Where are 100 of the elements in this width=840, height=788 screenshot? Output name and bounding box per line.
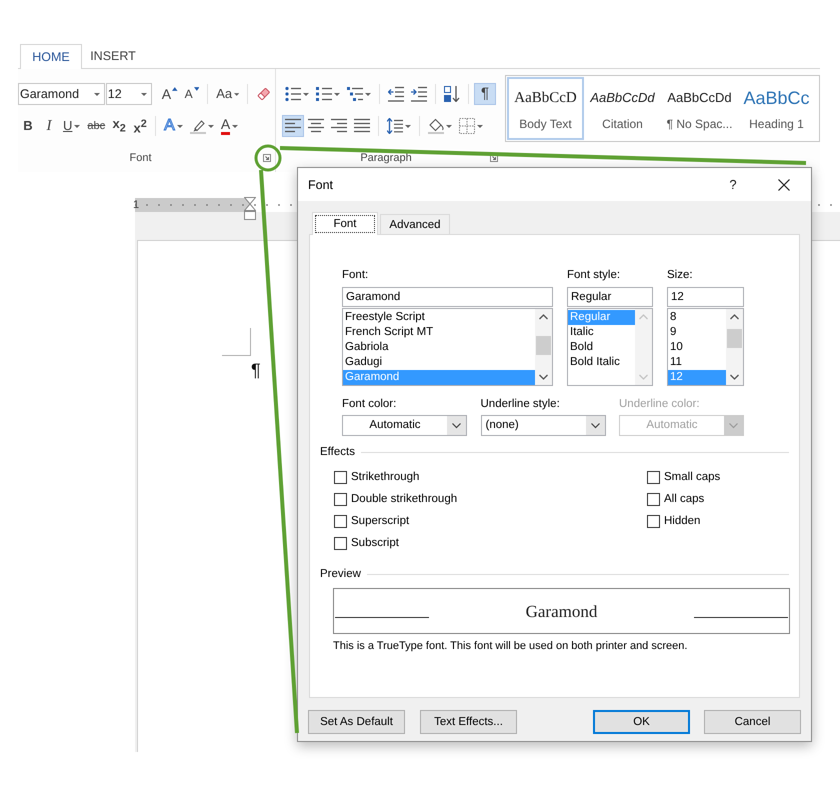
scrollbar[interactable] xyxy=(726,309,743,385)
callout-circle xyxy=(254,144,282,172)
list-item[interactable]: Bold Italic xyxy=(568,355,635,370)
caret-up-icon xyxy=(172,87,178,91)
style-gallery-item[interactable]: AaBbCc Heading 1 xyxy=(738,77,815,140)
list-item[interactable]: 9 xyxy=(668,325,726,340)
caret-down-icon xyxy=(194,87,200,91)
change-case-button[interactable]: Aa xyxy=(213,83,242,105)
grow-font-button[interactable]: A xyxy=(158,83,181,105)
font-size-field[interactable]: 12 xyxy=(667,287,744,307)
checkbox-label[interactable]: Subscript xyxy=(351,537,399,549)
checkbox[interactable] xyxy=(334,492,347,506)
dialog-tab[interactable]: Advanced xyxy=(380,214,450,234)
italic-button[interactable]: I xyxy=(39,115,59,137)
caret-icon xyxy=(232,124,238,128)
dialog-launcher-icon[interactable] xyxy=(263,154,271,162)
font-name-combo[interactable]: Garamond xyxy=(18,83,105,105)
decrease-indent-icon xyxy=(388,86,404,102)
caret-icon xyxy=(405,124,411,128)
list-item[interactable]: 10 xyxy=(668,340,726,355)
checkbox-label[interactable]: Double strikethrough xyxy=(351,493,458,505)
checkbox-label[interactable]: Small caps xyxy=(664,471,720,483)
list-item[interactable]: Gabriola xyxy=(343,340,535,355)
style-gallery-item[interactable]: AaBbCcD Body Text xyxy=(507,77,584,140)
align-left-icon xyxy=(285,118,301,134)
underline-style-dropdown[interactable]: (none) xyxy=(480,415,606,436)
checkbox[interactable] xyxy=(334,514,347,528)
list-item[interactable]: 11 xyxy=(668,355,726,370)
strikethrough-button[interactable]: abc xyxy=(84,115,108,137)
shrink-font-button[interactable]: A xyxy=(182,83,202,105)
font-size-combo[interactable]: 12 xyxy=(106,83,152,105)
chevron-down-icon xyxy=(447,416,466,435)
line-spacing-icon xyxy=(387,118,403,134)
caret-icon xyxy=(446,124,452,128)
paint-bucket-icon xyxy=(428,118,444,134)
borders-button[interactable] xyxy=(456,115,486,137)
justify-icon xyxy=(354,118,370,134)
ruler-number: 1 xyxy=(133,198,140,212)
checkbox[interactable] xyxy=(334,470,347,484)
checkbox[interactable] xyxy=(334,536,347,550)
dialog-tab[interactable]: Font xyxy=(312,212,378,235)
checkbox[interactable] xyxy=(647,492,660,506)
dialog-button[interactable]: OK xyxy=(593,710,690,734)
list-item[interactable]: French Script MT xyxy=(343,325,535,340)
highlighter-icon xyxy=(190,118,206,134)
ribbon-tab[interactable]: HOME xyxy=(20,44,82,69)
checkbox-label[interactable]: Strikethrough xyxy=(351,471,420,483)
field-label: Size: xyxy=(667,268,694,282)
multilevel-list-icon xyxy=(347,86,363,102)
scrollbar[interactable] xyxy=(535,309,552,385)
list-item[interactable]: Freestyle Script xyxy=(343,310,535,325)
dialog-button[interactable]: Text Effects... xyxy=(420,710,517,734)
caret-icon xyxy=(94,92,100,96)
scrollbar-thumb[interactable] xyxy=(727,329,742,348)
bold-button[interactable]: B xyxy=(18,115,38,137)
superscript-button[interactable]: x$^{2}$ xyxy=(130,115,150,137)
checkbox-label[interactable]: All caps xyxy=(664,493,704,505)
checkbox[interactable] xyxy=(647,470,660,484)
checkbox-label[interactable]: Superscript xyxy=(351,515,410,527)
line-spacing-button[interactable] xyxy=(384,115,414,137)
section-heading: Effects xyxy=(320,445,355,459)
font-color-button[interactable]: A xyxy=(218,115,242,137)
align-center-icon xyxy=(308,118,324,134)
borders-icon xyxy=(459,118,475,134)
style-preview: AaBbCcDd xyxy=(590,89,655,107)
style-gallery-item[interactable]: AaBbCcDd ¶ No Spac... xyxy=(661,77,738,140)
underline-button[interactable]: U xyxy=(60,115,84,137)
indent-marker-icon[interactable] xyxy=(244,197,256,220)
style-name: ¶ No Spac... xyxy=(666,117,732,131)
list-item[interactable]: Italic xyxy=(568,325,635,340)
style-preview: AaBbCc xyxy=(743,87,810,109)
field-label: Underline style: xyxy=(480,397,561,411)
caret-icon xyxy=(176,124,183,128)
font-color-dropdown[interactable]: Automatic xyxy=(342,415,467,436)
caret-icon xyxy=(303,92,309,96)
dialog-launcher-icon[interactable] xyxy=(490,154,498,162)
font-name-field[interactable]: Garamond xyxy=(342,287,553,307)
caret-icon xyxy=(365,92,371,96)
help-button[interactable]: ? xyxy=(723,174,743,196)
margin-corner-icon xyxy=(222,328,251,356)
ribbon-tab[interactable]: INSERT xyxy=(82,44,144,68)
font-style-field[interactable]: Regular xyxy=(567,287,653,307)
dialog-button[interactable]: Cancel xyxy=(704,710,801,734)
font-info-text: This is a TrueType font. This font will be used on both printer and screen. xyxy=(333,639,688,653)
list-item[interactable]: Bold xyxy=(568,340,635,355)
align-right-icon xyxy=(331,118,347,134)
list-item[interactable]: 8 xyxy=(668,310,726,325)
dialog-button[interactable]: Set As Default xyxy=(308,710,405,734)
show-marks-button[interactable]: ¶ xyxy=(474,83,496,105)
scrollbar-thumb[interactable] xyxy=(536,336,551,355)
preview-text: Garamond xyxy=(524,601,598,622)
list-item[interactable]: Gadugi xyxy=(343,355,535,370)
field-label: Underline color: xyxy=(619,397,701,411)
subscript-button[interactable]: x$_{2}$ xyxy=(109,115,130,137)
caret-icon xyxy=(208,124,214,128)
style-gallery-item[interactable]: AaBbCcDd Citation xyxy=(584,77,661,140)
checkbox[interactable] xyxy=(647,514,660,528)
align-left-button[interactable] xyxy=(282,115,304,137)
close-icon[interactable] xyxy=(778,178,790,190)
checkbox-label[interactable]: Hidden xyxy=(664,515,700,527)
